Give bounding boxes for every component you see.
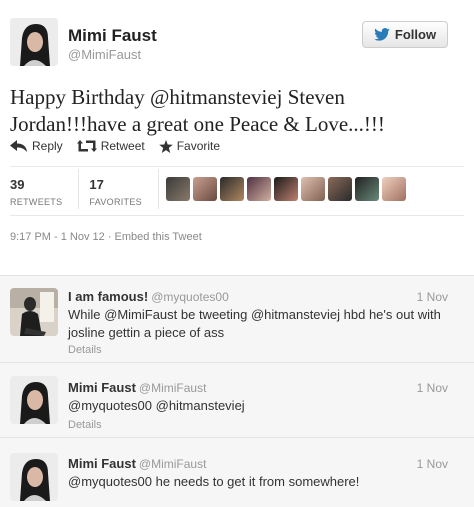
tweet-stats: 39 RETWEETS 17 FAVORITES	[10, 169, 169, 209]
author-avatar[interactable]	[10, 18, 58, 66]
reply-text: @myquotes00 he needs to get it from some…	[68, 474, 360, 489]
reply-icon	[10, 140, 28, 152]
favorites-stat[interactable]: 17 FAVORITES	[89, 177, 156, 209]
details-link[interactable]: Details	[68, 344, 102, 356]
follow-label: Follow	[394, 27, 437, 42]
favorites-count: 17	[89, 177, 104, 192]
divider	[10, 166, 464, 167]
user-avatar[interactable]	[193, 177, 217, 201]
divider	[10, 215, 464, 216]
stat-separator	[78, 169, 80, 209]
tweet-text: Happy Birthday @hitmansteviej Steven Jor…	[10, 85, 385, 136]
retweets-label: RETWEETS	[10, 197, 63, 207]
retweet-action[interactable]: Retweet	[76, 139, 145, 153]
author-handle[interactable]: @MimiFaust	[68, 47, 141, 62]
reply-avatar[interactable]	[10, 453, 58, 501]
reply-date[interactable]: 1 Nov	[417, 457, 448, 471]
main-tweet: Mimi Faust @MimiFaust Follow Happy Birth…	[0, 0, 474, 262]
reply-date[interactable]: 1 Nov	[417, 381, 448, 395]
reply-author[interactable]: I am famous! @myquotes00	[68, 289, 229, 304]
reply-avatar[interactable]	[10, 288, 58, 336]
author-name[interactable]: Mimi Faust	[68, 26, 157, 46]
user-avatar[interactable]	[220, 177, 244, 201]
reply-text: @myquotes00 @hitmansteviej	[68, 398, 245, 413]
retweets-count: 39	[10, 177, 25, 192]
details-link[interactable]: Details	[68, 419, 102, 431]
reply-author[interactable]: Mimi Faust @MimiFaust	[68, 380, 206, 395]
reply-author[interactable]: Mimi Faust @MimiFaust	[68, 456, 206, 471]
reply-item[interactable]: Mimi Faust @MimiFaust 1 Nov @myquotes00 @…	[0, 364, 474, 438]
reply-item[interactable]: Mimi Faust @MimiFaust 1 Nov @myquotes00 h…	[0, 439, 474, 507]
reply-avatar[interactable]	[10, 376, 58, 424]
reply-text: While @MimiFaust be tweeting @hitmanstev…	[68, 307, 441, 340]
replies-list: I am famous! @myquotes00 1 Nov While @Mim…	[0, 275, 474, 507]
tweet-actions: Reply Retweet Favorite	[10, 139, 220, 153]
stat-separator	[157, 169, 159, 209]
favorites-label: FAVORITES	[89, 197, 142, 207]
retweets-stat[interactable]: 39 RETWEETS	[10, 177, 76, 209]
user-avatar[interactable]	[166, 177, 190, 201]
user-avatar[interactable]	[328, 177, 352, 201]
favorite-action[interactable]: Favorite	[158, 139, 221, 153]
user-avatar[interactable]	[355, 177, 379, 201]
user-avatar[interactable]	[274, 177, 298, 201]
retweet-label: Retweet	[100, 139, 145, 153]
reply-date[interactable]: 1 Nov	[417, 290, 448, 304]
favorite-label: Favorite	[176, 139, 221, 153]
twitter-bird-icon	[374, 28, 390, 41]
user-avatar[interactable]	[247, 177, 271, 201]
reply-action[interactable]: Reply	[10, 139, 63, 153]
reply-label: Reply	[32, 139, 63, 153]
follow-button[interactable]: Follow	[362, 21, 448, 48]
user-avatar[interactable]	[301, 177, 325, 201]
retweet-icon	[76, 140, 97, 152]
favoriter-avatars	[166, 177, 406, 201]
tweet-timestamp[interactable]: 9:17 PM - 1 Nov 12 · Embed this Tweet	[10, 231, 202, 243]
reply-item[interactable]: I am famous! @myquotes00 1 Nov While @Mim…	[0, 276, 474, 363]
star-icon	[158, 139, 173, 153]
user-avatar[interactable]	[382, 177, 406, 201]
